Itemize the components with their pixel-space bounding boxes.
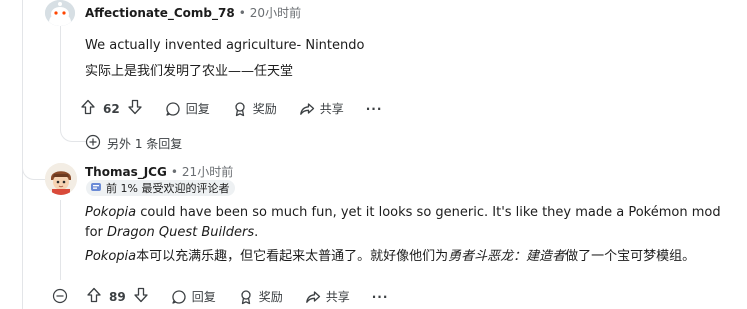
downvote-icon[interactable] bbox=[133, 287, 149, 306]
thread-line[interactable] bbox=[22, 0, 23, 309]
game-title: 勇者斗恶龙：建造者 bbox=[448, 249, 566, 264]
reply-label: 回复 bbox=[191, 290, 216, 304]
separator-dot: • bbox=[170, 164, 178, 179]
share-button[interactable]: 共享 bbox=[299, 100, 344, 117]
more-replies-button[interactable]: 另外 1 条回复 bbox=[85, 134, 182, 153]
reply-button[interactable]: 回复 bbox=[165, 100, 210, 117]
thread-line[interactable] bbox=[60, 200, 61, 280]
timestamp[interactable]: 20小时前 bbox=[250, 4, 301, 21]
avatar[interactable] bbox=[45, 0, 75, 26]
game-title: Dragon Quest Builders bbox=[107, 225, 255, 240]
vote-group: 89 bbox=[86, 287, 149, 306]
badge-label: 前 1% 最受欢迎的评论者 bbox=[106, 182, 230, 195]
more-options-button[interactable]: ··· bbox=[366, 102, 383, 116]
downvote-icon[interactable] bbox=[127, 99, 143, 118]
badge-icon bbox=[90, 181, 102, 196]
comment-text: Pokopia could have been so much fun, yet… bbox=[85, 203, 735, 243]
share-icon bbox=[305, 289, 321, 305]
more-icon: ··· bbox=[365, 101, 383, 116]
reply-button[interactable]: 回复 bbox=[171, 288, 216, 305]
plus-circle-icon bbox=[85, 134, 101, 153]
comment-actions: 89 回复 奖励 共享 ··· bbox=[86, 287, 410, 306]
game-title: Pokopia bbox=[85, 249, 137, 264]
award-label: 奖励 bbox=[252, 102, 277, 116]
more-replies-label: 另外 1 条回复 bbox=[107, 137, 183, 151]
comment-icon bbox=[171, 289, 187, 305]
comment-text-segment: 本可以充满乐趣，但它看起来太普通了。就好像他们为 bbox=[136, 249, 449, 264]
game-title: Pokopia bbox=[85, 205, 137, 220]
comment-meta: Affectionate_Comb_78 • 20小时前 bbox=[85, 4, 301, 21]
comment-text-segment: 做了一个宝可梦模组。 bbox=[565, 249, 696, 264]
timestamp[interactable]: 21小时前 bbox=[182, 163, 233, 180]
share-button[interactable]: 共享 bbox=[305, 288, 350, 305]
comment-meta: Thomas_JCG • 21小时前 bbox=[85, 163, 233, 180]
comment-text: We actually invented agriculture- Ninten… bbox=[85, 38, 365, 53]
thread-line[interactable] bbox=[60, 24, 61, 124]
comment-icon bbox=[165, 101, 181, 117]
share-label: 共享 bbox=[319, 102, 344, 116]
award-label: 奖励 bbox=[258, 290, 283, 304]
award-button[interactable]: 奖励 bbox=[232, 100, 277, 117]
username[interactable]: Affectionate_Comb_78 bbox=[85, 6, 235, 20]
share-icon bbox=[299, 101, 315, 117]
award-icon bbox=[238, 289, 254, 305]
separator-dot: • bbox=[238, 5, 246, 20]
comment-text-segment: . bbox=[254, 225, 259, 240]
upvote-icon[interactable] bbox=[86, 287, 102, 306]
comment-thread: Affectionate_Comb_78 • 20小时前 We actually… bbox=[0, 0, 747, 309]
collapse-thread-button[interactable] bbox=[52, 288, 68, 304]
award-button[interactable]: 奖励 bbox=[238, 288, 283, 305]
award-icon bbox=[232, 101, 248, 117]
avatar[interactable] bbox=[45, 163, 77, 195]
reply-label: 回复 bbox=[185, 102, 210, 116]
upvote-icon[interactable] bbox=[80, 99, 96, 118]
vote-count: 89 bbox=[109, 289, 126, 304]
comment-text-translation: Pokopia本可以充满乐趣，但它看起来太普通了。就好像他们为勇者斗恶龙：建造者… bbox=[85, 247, 735, 267]
comment-actions: 62 回复 奖励 共享 ··· bbox=[80, 99, 404, 118]
username[interactable]: Thomas_JCG bbox=[85, 165, 167, 179]
vote-count: 62 bbox=[103, 101, 120, 116]
comment-text-translation: 实际上是我们发明了农业——任天堂 bbox=[85, 64, 294, 79]
top-commenter-badge[interactable]: 前 1% 最受欢迎的评论者 bbox=[86, 180, 236, 196]
thread-connector bbox=[60, 118, 86, 142]
share-label: 共享 bbox=[325, 290, 350, 304]
vote-group: 62 bbox=[80, 99, 143, 118]
more-options-button[interactable]: ··· bbox=[372, 290, 389, 304]
more-icon: ··· bbox=[371, 289, 389, 304]
